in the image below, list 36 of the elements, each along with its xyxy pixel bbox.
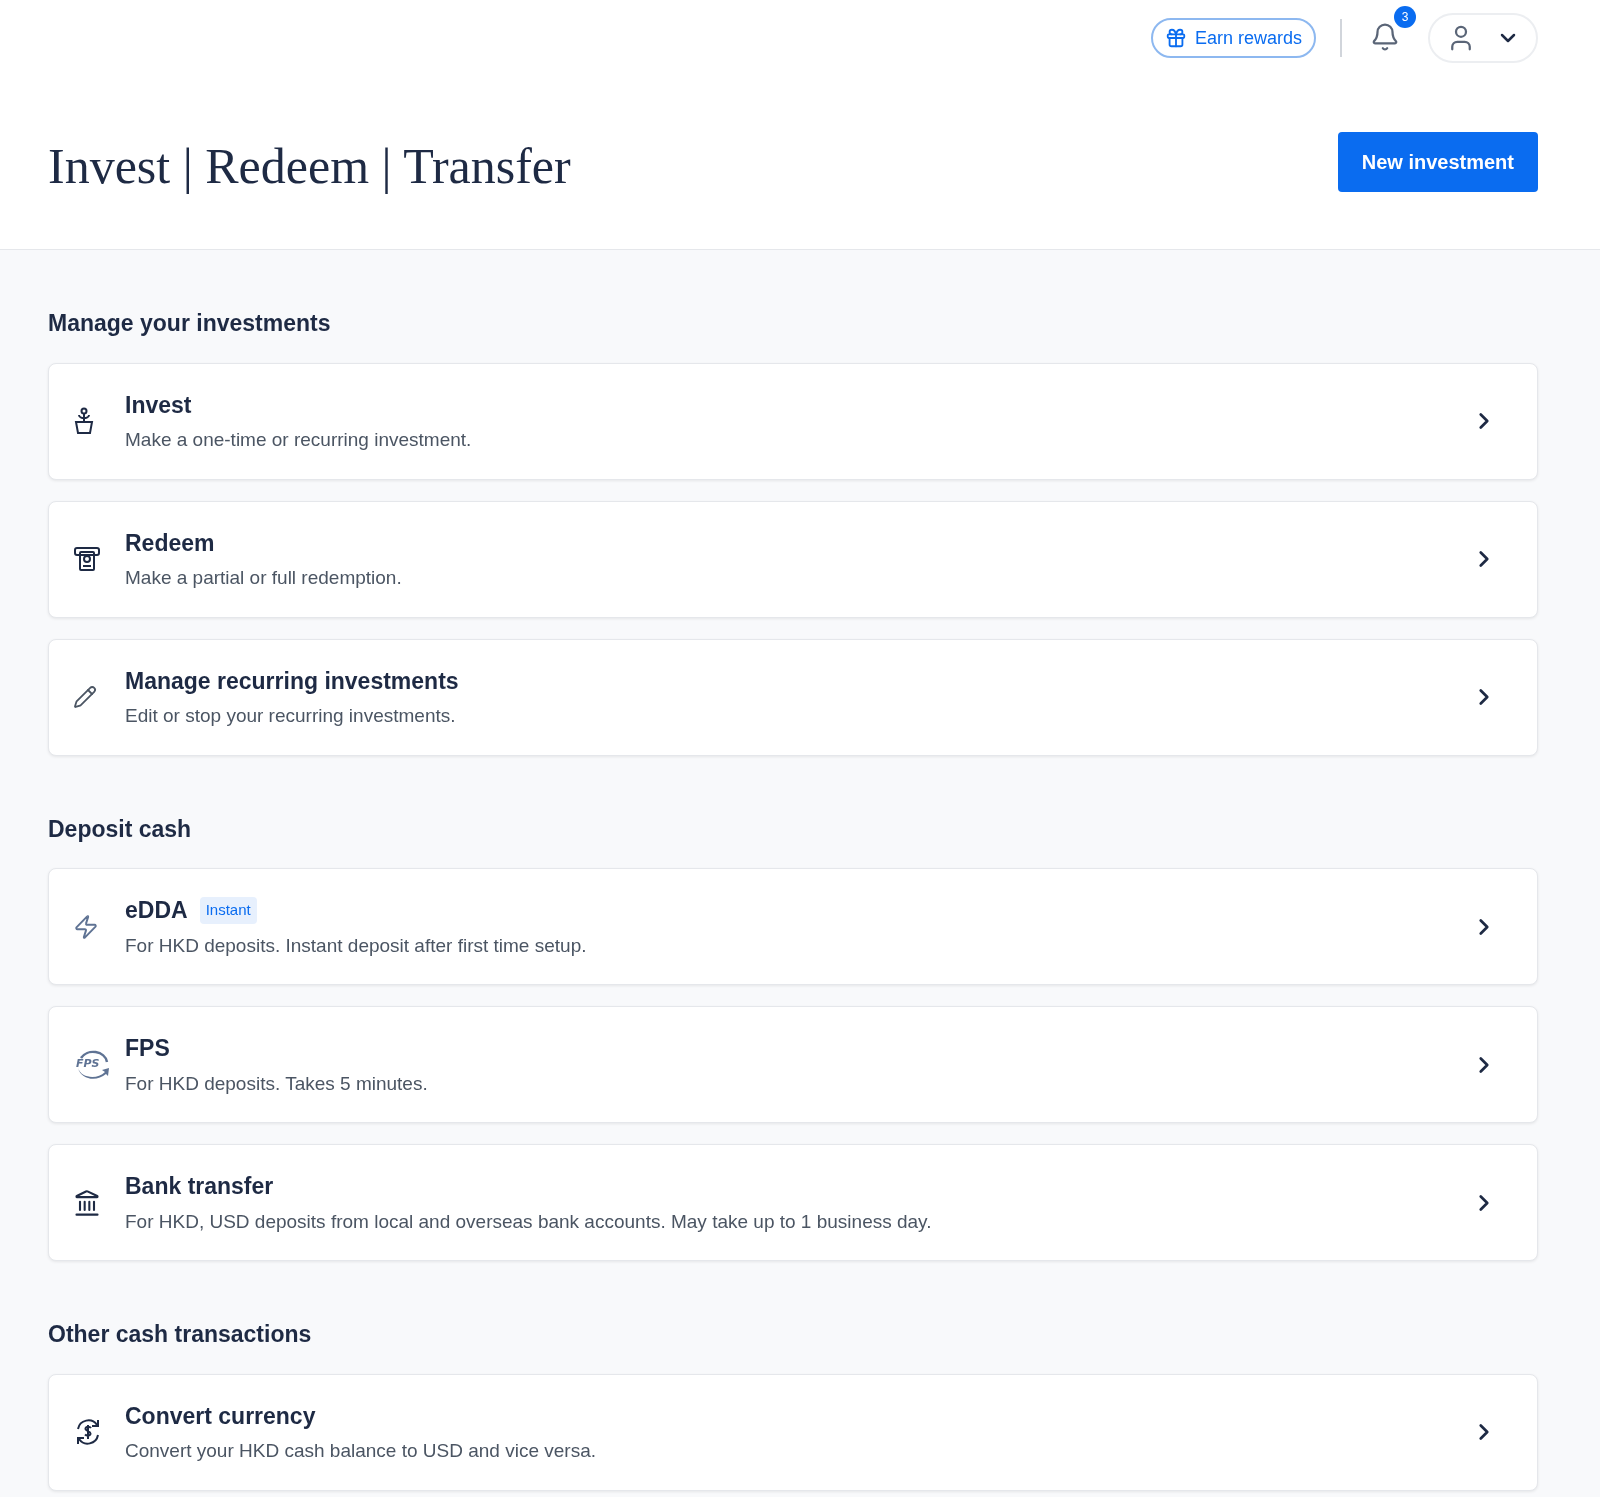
option-title: eDDA	[125, 896, 188, 925]
pencil-icon	[73, 685, 97, 709]
cash-slot-icon	[73, 545, 101, 573]
gift-icon	[1164, 27, 1187, 49]
option-description: Make a one-time or recurring investment.	[125, 428, 473, 452]
option-title: FPS	[125, 1034, 170, 1063]
option-title: Bank transfer	[125, 1172, 274, 1201]
option-description: For HKD deposits. Instant deposit after first time setup.	[125, 933, 588, 958]
new-investment-button[interactable]: New investment	[1337, 132, 1538, 192]
option-card[interactable]: eDDA Instant For HKD deposits. Instant deposit after first time setup.	[48, 868, 1538, 985]
instant-badge: Instant	[199, 897, 257, 924]
option-card[interactable]: Invest Make a one-time or recurring investment.	[48, 362, 1538, 480]
option-card[interactable]: Manage recurring investments Edit or stop your recurring investments.	[48, 638, 1538, 756]
option-description: For HKD, USD deposits from local and overseas bank accounts. May take up to 1 business day.	[125, 1209, 933, 1234]
option-description: Convert your HKD cash balance to USD and vice versa.	[125, 1439, 597, 1463]
bell-icon	[1370, 21, 1400, 52]
option-card[interactable]: Convert currency Convert your HKD cash balance to USD and vice versa.	[48, 1373, 1538, 1491]
option-card[interactable]: Bank transfer For HKD, USD deposits from local and overseas bank accounts. May take up to 1 business day.	[48, 1144, 1538, 1261]
option-card[interactable]: Redeem Make a partial or full redemption.	[48, 500, 1538, 618]
account-menu-button[interactable]	[1428, 13, 1538, 63]
notification-count: 3	[1394, 5, 1416, 28]
option-description: For HKD deposits. Takes 5 minutes.	[125, 1071, 429, 1096]
option-card[interactable]: FPS FPS For HKD deposits. Takes 5 minutes.	[48, 1006, 1538, 1123]
option-title: Manage recurring investments	[125, 666, 459, 696]
option-description: Edit or stop your recurring investments.	[125, 704, 457, 728]
lightning-icon	[73, 913, 99, 940]
earn-rewards-button[interactable]: Earn rewards	[1150, 18, 1316, 58]
option-description: Make a partial or full redemption.	[125, 566, 403, 590]
option-title: Convert currency	[125, 1401, 316, 1431]
section-heading: Deposit cash	[48, 814, 193, 844]
option-title: Invest	[125, 390, 192, 420]
section-heading: Other cash transactions	[48, 1320, 313, 1349]
option-title: Redeem	[125, 528, 215, 558]
potted-plant-icon	[73, 407, 95, 435]
bank-icon	[73, 1188, 101, 1217]
section-heading: Manage your investments	[48, 309, 332, 338]
